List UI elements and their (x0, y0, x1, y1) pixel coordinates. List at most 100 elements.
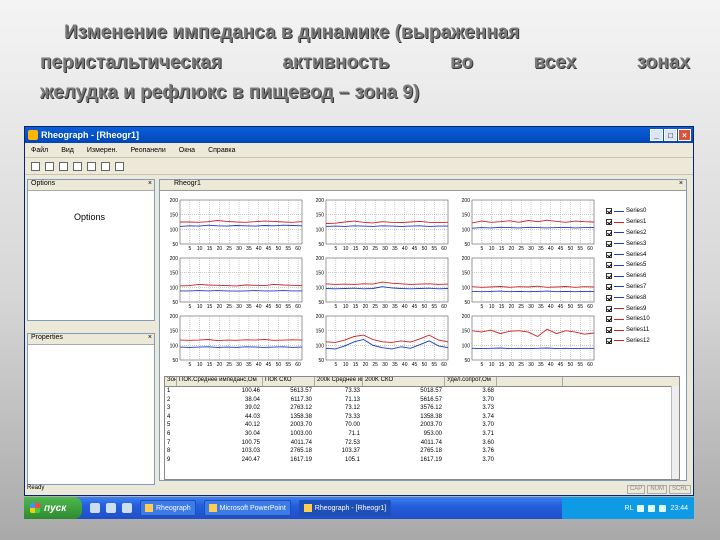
task-rheograph[interactable]: Rheograph (140, 500, 196, 516)
window-titlebar[interactable]: Rheograph - [Rheogr1] _ □ × (25, 127, 693, 143)
x-tick-label: 60 (441, 362, 447, 368)
legend-item[interactable]: Series10 (606, 314, 684, 325)
legend-checkbox[interactable] (606, 240, 612, 247)
legend-item[interactable]: Series5 (606, 260, 684, 271)
table-row[interactable]: 9 240.47 1617.19 105.1 1617.19 3.70 (165, 456, 679, 465)
legend-item[interactable]: Series8 (606, 292, 684, 303)
legend-item[interactable]: Series2 (606, 228, 684, 239)
legend-item[interactable]: Series11 (606, 325, 684, 336)
legend-swatch (614, 264, 624, 266)
legend-checkbox[interactable] (606, 316, 612, 323)
legend-swatch (614, 275, 624, 277)
menu-windows[interactable]: Окна (179, 147, 195, 154)
minimize-button[interactable]: _ (650, 129, 663, 141)
table-scrollbar[interactable] (671, 386, 679, 479)
menu-panels[interactable]: Реопанели (130, 147, 165, 154)
legend-item[interactable]: Series9 (606, 303, 684, 314)
legend-item[interactable]: Series1 (606, 217, 684, 228)
media-icon[interactable] (122, 503, 132, 513)
maximize-button[interactable]: □ (664, 129, 677, 141)
x-tick-label: 45 (558, 246, 564, 252)
options-close-icon[interactable]: × (148, 180, 152, 187)
tray-icon[interactable] (637, 504, 645, 512)
table-column-header[interactable]: ПОК СКО (263, 377, 315, 386)
menu-measure[interactable]: Измерен. (87, 147, 118, 154)
legend-checkbox[interactable] (606, 273, 612, 280)
tray-icon[interactable] (659, 504, 667, 512)
legend-checkbox[interactable] (606, 229, 612, 236)
table-cell: 3.60 (482, 439, 494, 446)
cap-indicator: CAP (626, 485, 646, 494)
table-row[interactable]: 7 100.75 4011.74 72.53 4011.74 3.60 (165, 439, 679, 448)
legend-checkbox[interactable] (606, 208, 612, 215)
legend-item[interactable]: Series6 (606, 271, 684, 282)
x-tick-label: 60 (441, 246, 447, 252)
table-row[interactable]: 2 38.04 6117.30 71.13 5616.57 3.70 (165, 396, 679, 405)
start-button[interactable]: пуск (24, 497, 82, 519)
help-icon[interactable] (115, 161, 124, 171)
legend-checkbox[interactable] (606, 337, 612, 344)
x-tick-label: 40 (548, 246, 554, 252)
x-tick-label: 20 (509, 246, 515, 252)
desktop-icon[interactable] (90, 503, 100, 513)
legend-checkbox[interactable] (606, 294, 612, 301)
y-tick-label: 100 (316, 343, 325, 349)
legend-checkbox[interactable] (606, 327, 612, 334)
table-cell: 3.70 (482, 456, 494, 463)
browser-icon[interactable] (106, 503, 116, 513)
language-indicator[interactable]: RL (625, 505, 634, 512)
table-cell: 5616.57 (420, 396, 442, 403)
table-row[interactable]: 3 39.02 2763.12 73.12 3576.12 3.73 (165, 404, 679, 413)
legend-checkbox[interactable] (606, 219, 612, 226)
rheogram-tab[interactable]: Rheogr1 × (160, 180, 686, 191)
save-icon[interactable] (59, 161, 68, 171)
legend-checkbox[interactable] (606, 283, 612, 290)
x-tick-label: 20 (217, 304, 223, 310)
table-row[interactable]: 1 100.46 5613.57 73.33 5018.57 3.68 (165, 387, 679, 396)
table-cell: 9 (167, 456, 171, 463)
legend-checkbox[interactable] (606, 251, 612, 258)
x-tick-label: 25 (226, 362, 232, 368)
x-tick-label: 55 (285, 246, 291, 252)
x-tick-label: 5 (188, 304, 191, 310)
table-column-header[interactable] (497, 377, 563, 386)
menu-file[interactable]: Файл (31, 147, 48, 154)
stop-icon[interactable] (87, 161, 96, 171)
legend-checkbox[interactable] (606, 262, 612, 269)
x-tick-label: 55 (285, 304, 291, 310)
y-tick-label: 200 (170, 198, 179, 204)
menu-view[interactable]: Вид (61, 147, 74, 154)
record-icon[interactable] (73, 161, 82, 171)
x-tick-label: 15 (499, 362, 505, 368)
table-column-header[interactable]: ПОК.Среднее импеданс,Ом (177, 377, 263, 386)
task-powerpoint[interactable]: Microsoft PowerPoint (203, 500, 291, 516)
table-column-header[interactable]: Зона (165, 377, 177, 386)
table-cell: 5 (167, 422, 171, 429)
new-file-icon[interactable] (31, 161, 40, 171)
table-row[interactable]: 4 44.03 1358.38 73.33 1358.38 3.74 (165, 413, 679, 422)
x-tick-label: 15 (499, 304, 505, 310)
legend-item[interactable]: Series3 (606, 238, 684, 249)
legend-item[interactable]: Series7 (606, 282, 684, 293)
table-row[interactable]: 8 103.03 2765.18 103.37 2765.18 3.76 (165, 447, 679, 456)
legend-checkbox[interactable] (606, 305, 612, 312)
table-column-header[interactable]: 200k Среднее импед,Ом (315, 377, 363, 386)
legend-item[interactable]: Series12 (606, 336, 684, 347)
task-rheograph-window[interactable]: Rheograph - [Rheogr1] (298, 500, 392, 516)
x-tick-label: 35 (538, 246, 544, 252)
properties-close-icon[interactable]: × (148, 334, 152, 341)
table-row[interactable]: 5 40.12 2003.70 70.00 2003.70 3.70 (165, 421, 679, 430)
legend-item[interactable]: Series4 (606, 249, 684, 260)
table-column-header[interactable]: Удел.сопрот,Ом (445, 377, 497, 386)
rheogram-close-icon[interactable]: × (679, 180, 683, 187)
tray-icon[interactable] (648, 504, 656, 512)
print-icon[interactable] (101, 161, 110, 171)
open-folder-icon[interactable] (45, 161, 54, 171)
table-cell: 3576.12 (420, 405, 442, 412)
menu-help[interactable]: Справка (208, 147, 235, 154)
table-column-header[interactable]: 200K СКО (363, 377, 445, 386)
legend-item[interactable]: Series0 (606, 206, 684, 217)
y-tick-label: 100 (462, 227, 471, 233)
table-row[interactable]: 6 30.04 1003.00 71.1 953.00 3.71 (165, 430, 679, 439)
close-button[interactable]: × (678, 129, 691, 141)
